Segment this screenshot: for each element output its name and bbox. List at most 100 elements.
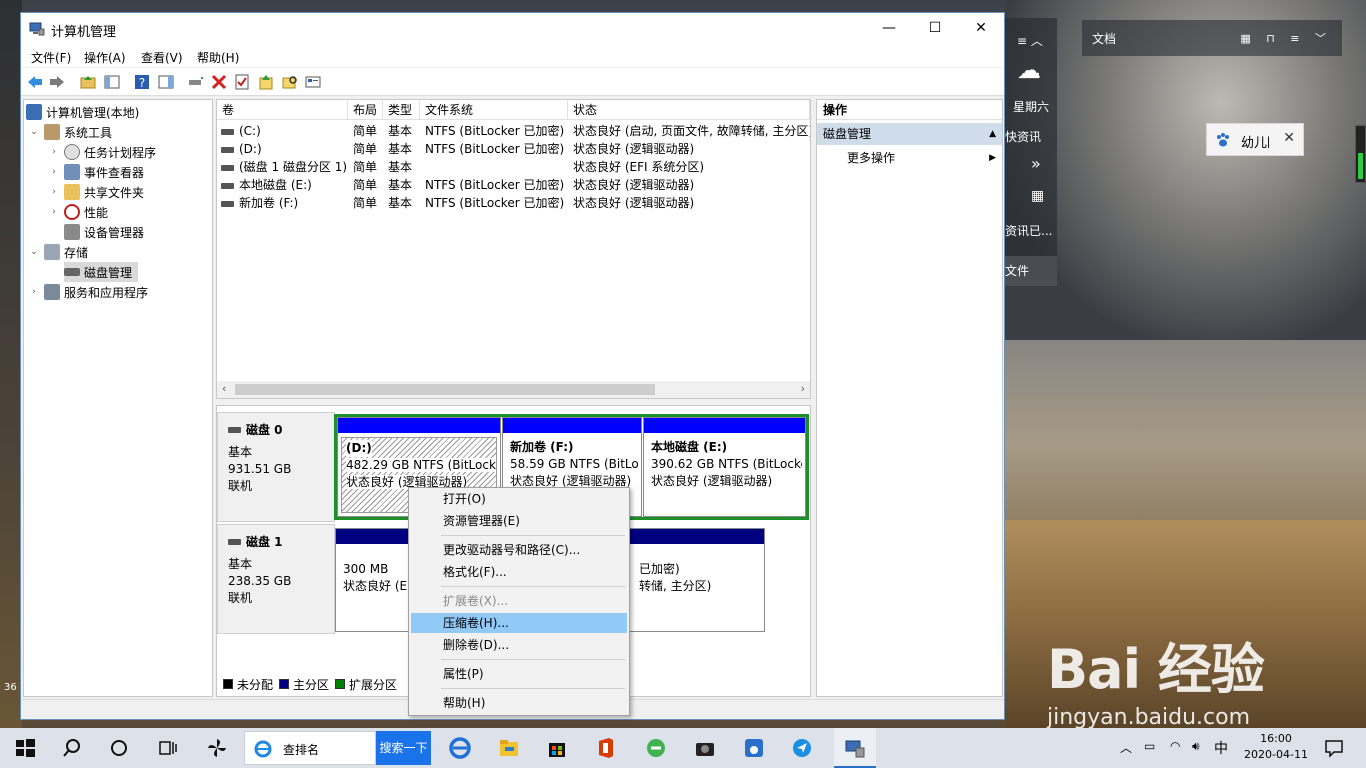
paper-plane-icon[interactable] xyxy=(790,736,814,760)
widget-file-item[interactable]: 文件 xyxy=(1005,256,1057,286)
forward-arrow-icon[interactable] xyxy=(48,73,66,91)
file-explorer-icon[interactable] xyxy=(497,736,521,760)
scrollbar-thumb[interactable] xyxy=(235,384,655,395)
computer-management-taskbar-icon[interactable] xyxy=(843,736,867,760)
chevron-right-icon[interactable]: › xyxy=(48,167,60,177)
show-hide-tree-icon[interactable] xyxy=(103,73,121,91)
scroll-right-icon[interactable]: › xyxy=(801,382,805,395)
tree-item-services[interactable]: › 服务和应用程序 xyxy=(28,282,148,302)
menu-help[interactable]: 帮助(H) xyxy=(197,49,239,66)
horizontal-scrollbar[interactable]: ‹ › xyxy=(217,381,810,398)
notification-center-icon[interactable] xyxy=(1322,736,1346,760)
export-list-icon[interactable] xyxy=(257,73,275,91)
menu-file[interactable]: 文件(F) xyxy=(31,49,71,66)
notification-toast[interactable]: 幼儿园 ✕ xyxy=(1206,123,1304,156)
check-properties-icon[interactable] xyxy=(233,73,251,91)
desktop-widget-column[interactable]: ≡ ︿ ☁ 星期六 快资讯 » ▦ 资讯已... 文件 xyxy=(1005,18,1057,286)
document-panel-controls[interactable]: ▦ ⊓ ≡ ﹀ xyxy=(1240,30,1332,46)
chevron-right-icon[interactable]: › xyxy=(48,147,60,157)
widget-news-item[interactable]: 快资讯 xyxy=(1005,128,1065,145)
actions-section-label: 磁盘管理 xyxy=(823,127,872,141)
tree-item-storage[interactable]: ⌄ 存储 xyxy=(28,242,88,262)
tree-item-disk-management[interactable]: 磁盘管理 xyxy=(64,262,139,282)
column-header-status[interactable]: 状态 xyxy=(568,100,810,120)
menu-item-delete-volume[interactable]: 删除卷(D)... xyxy=(411,635,627,655)
pinwheel-icon[interactable] xyxy=(205,736,229,760)
chevron-down-icon[interactable]: ⌄ xyxy=(28,247,40,257)
up-folder-icon[interactable] xyxy=(79,73,97,91)
chevron-right-icon[interactable]: › xyxy=(48,207,60,217)
cortana-icon[interactable] xyxy=(107,736,131,760)
volume-row[interactable]: (D:) 简单 基本 NTFS (BitLocker 已加密) 状态良好 (逻辑驱动器) xyxy=(217,140,810,158)
expand-icon[interactable]: » xyxy=(1031,154,1091,173)
office-icon[interactable] xyxy=(594,736,618,760)
chevron-right-icon[interactable]: › xyxy=(48,187,60,197)
tree-item-shared-folders[interactable]: › 共享文件夹 xyxy=(48,182,144,202)
windows-start-icon[interactable] xyxy=(13,736,37,760)
search-icon[interactable] xyxy=(60,736,84,760)
title-bar[interactable]: 计算机管理 — ☐ ✕ xyxy=(21,13,1004,45)
widget-news-more[interactable]: 资讯已... xyxy=(1005,222,1065,239)
menu-item-help[interactable]: 帮助(H) xyxy=(411,693,627,713)
menu-item-properties[interactable]: 属性(P) xyxy=(411,664,627,684)
disk0-label[interactable]: 磁盘 0 基本 931.51 GB 联机 xyxy=(217,412,335,522)
network-icon[interactable]: ◠ xyxy=(1170,739,1180,753)
partition-e[interactable]: 本地磁盘 (E:) 390.62 GB NTFS (BitLocke 状态良好 … xyxy=(643,417,806,517)
volume-row[interactable]: (C:) 简单 基本 NTFS (BitLocker 已加密) 状态良好 (启动, 页面… xyxy=(217,122,810,140)
qr-code-icon[interactable]: ▦ xyxy=(1031,188,1091,204)
chevron-right-icon[interactable]: › xyxy=(28,287,40,297)
green-browser-icon[interactable] xyxy=(644,736,668,760)
show-hidden-icons-icon[interactable]: ︿ xyxy=(1120,739,1132,756)
delete-icon[interactable] xyxy=(210,73,228,91)
column-header-volume[interactable]: 卷 xyxy=(217,100,348,120)
menu-item-format[interactable]: 格式化(F)... xyxy=(411,562,627,582)
baidu-app-icon[interactable] xyxy=(742,736,766,760)
edge-browser-icon[interactable] xyxy=(448,736,472,760)
task-view-icon[interactable] xyxy=(156,736,180,760)
actions-section-disk-management[interactable]: 磁盘管理 ▲ xyxy=(817,123,1002,145)
collapse-up-icon[interactable]: ▲ xyxy=(989,123,996,145)
more-actions-item[interactable]: 更多操作 ▶ xyxy=(817,148,1002,168)
search-folder-icon[interactable] xyxy=(281,73,299,91)
taskbar-search-button[interactable]: 搜索一下 xyxy=(376,731,431,765)
disk1-label[interactable]: 磁盘 1 基本 238.35 GB 联机 xyxy=(217,524,335,634)
menu-item-explorer[interactable]: 资源管理器(E) xyxy=(411,511,627,531)
volume-icon[interactable]: 🔊︎ xyxy=(1192,739,1200,754)
camera-icon[interactable] xyxy=(693,736,717,760)
maximize-button[interactable]: ☐ xyxy=(912,13,958,45)
volume-row[interactable]: (磁盘 1 磁盘分区 1) 简单 基本 状态良好 (EFI 系统分区) xyxy=(217,158,810,176)
volume-row[interactable]: 新加卷 (F:) 简单 基本 NTFS (BitLocker 已加密) 状态良好 (逻辑… xyxy=(217,194,810,212)
column-header-layout[interactable]: 布局 xyxy=(348,100,383,120)
chevron-down-icon[interactable]: ⌄ xyxy=(28,127,40,137)
help-icon[interactable]: ? xyxy=(133,73,151,91)
taskbar-search-box[interactable]: 查排名 xyxy=(244,731,376,765)
properties-pane-icon[interactable] xyxy=(157,73,175,91)
tree-item-event-viewer[interactable]: › 事件查看器 xyxy=(48,162,144,182)
ime-indicator[interactable]: 中 xyxy=(1214,738,1228,758)
column-header-filesystem[interactable]: 文件系统 xyxy=(420,100,568,120)
tree-item-performance[interactable]: › 性能 xyxy=(48,202,108,222)
menu-item-open[interactable]: 打开(O) xyxy=(411,489,627,509)
menu-icon[interactable]: ≡ ︿ xyxy=(1017,32,1077,49)
column-header-type[interactable]: 类型 xyxy=(383,100,420,120)
tree-item-root[interactable]: 计算机管理(本地) xyxy=(26,102,139,122)
document-panel[interactable]: 文档 ▦ ⊓ ≡ ﹀ xyxy=(1082,20,1342,56)
close-button[interactable]: ✕ xyxy=(958,13,1004,45)
tree-item-device-manager[interactable]: 设备管理器 xyxy=(48,222,144,242)
battery-icon[interactable]: ▭ xyxy=(1144,739,1155,753)
volume-row[interactable]: 本地磁盘 (E:) 简单 基本 NTFS (BitLocker 已加密) 状态良好 (逻… xyxy=(217,176,810,194)
tree-item-task-scheduler[interactable]: › 任务计划程序 xyxy=(48,142,156,162)
connect-drive-icon[interactable] xyxy=(187,73,205,91)
menu-item-change-drive-letter[interactable]: 更改驱动器号和路径(C)... xyxy=(411,540,627,560)
toast-close-icon[interactable]: ✕ xyxy=(1283,130,1295,146)
menu-item-shrink-volume[interactable]: 压缩卷(H)... xyxy=(411,613,627,633)
store-icon[interactable] xyxy=(545,736,569,760)
scroll-left-icon[interactable]: ‹ xyxy=(222,382,226,395)
menu-view[interactable]: 查看(V) xyxy=(141,49,183,66)
clock[interactable]: 16:00 2020-04-11 xyxy=(1240,731,1312,763)
menu-action[interactable]: 操作(A) xyxy=(84,49,126,66)
console-window-icon[interactable] xyxy=(304,73,322,91)
back-arrow-icon[interactable] xyxy=(26,73,44,91)
tree-item-system-tools[interactable]: ⌄ 系统工具 xyxy=(28,122,112,142)
minimize-button[interactable]: — xyxy=(866,13,912,45)
